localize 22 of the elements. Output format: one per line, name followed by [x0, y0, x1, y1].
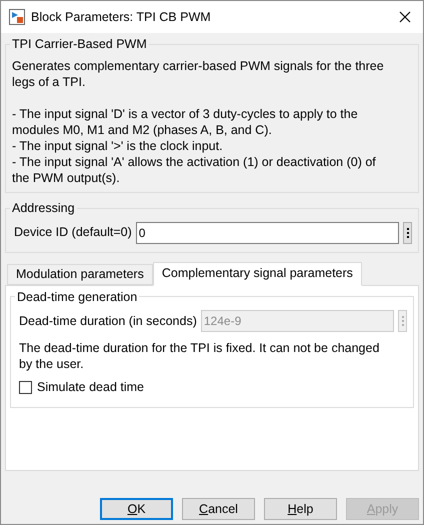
field-label: Device ID (default=0)	[14, 224, 132, 242]
dialog-button[interactable]: OK	[100, 498, 173, 520]
close-icon[interactable]	[399, 11, 411, 23]
input-field[interactable]: 0	[136, 222, 399, 244]
note-text: The dead-time duration for the TPI is fixed. It can not be changed by the user.	[19, 340, 380, 372]
description-text: - The input signal 'A' allows the activation (1) or deactivation (0) of the PWM output(s).	[12, 154, 377, 186]
more-options-button[interactable]	[403, 222, 412, 244]
group-title: Addressing	[11, 200, 76, 217]
description-text: - The input signal 'D' is a vector of 3 duty-cycles to apply to the modules M0, M1 and M2 (phases A, B, and C).	[12, 106, 359, 138]
window-title: Block Parameters: TPI CB PWM	[31, 8, 212, 26]
dialog-button[interactable]: Help	[264, 498, 337, 520]
description-text: Generates complementary carrier-based PWM signals for the three legs of a TPI.	[12, 58, 385, 90]
block-icon	[9, 9, 25, 25]
tab[interactable]: Modulation parameters	[7, 264, 153, 284]
dialog-button[interactable]: Cancel	[182, 498, 255, 520]
description-text: - The input signal '>' is the clock input.	[12, 138, 224, 154]
group-title: TPI Carrier-Based PWM	[11, 36, 148, 53]
tab[interactable]: Complementary signal parameters	[152, 262, 362, 286]
field-label: Dead-time duration (in seconds)	[19, 312, 197, 330]
checkbox-label: Simulate dead time	[37, 379, 144, 396]
group-title: Dead-time generation	[16, 288, 138, 306]
checkbox[interactable]	[19, 381, 32, 394]
